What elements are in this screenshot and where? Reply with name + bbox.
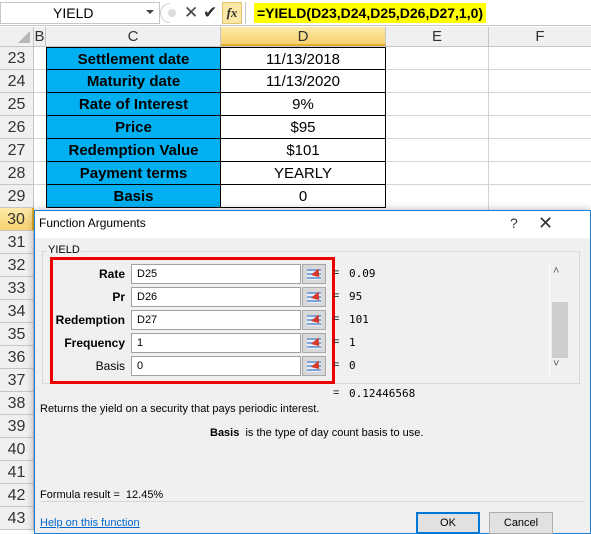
dialog-titlebar[interactable]: Function Arguments ? ✕ — [35, 211, 590, 238]
formula-bar: YIELD ✕ ✔ fx =YIELD(D23,D24,D25,D26,D27,… — [0, 0, 591, 26]
row-header[interactable]: 28 — [0, 162, 34, 185]
value-cell[interactable]: 9% — [221, 93, 386, 116]
enter-icon[interactable]: ✔ — [203, 2, 217, 24]
basis-input[interactable]: 0 — [131, 356, 301, 376]
argument-description-text: is the type of day count basis to use. — [245, 427, 424, 439]
row-header[interactable]: 23 — [0, 47, 34, 70]
scroll-up-icon[interactable]: ˄ — [553, 265, 559, 277]
help-on-function-link[interactable]: Help on this function — [40, 517, 140, 529]
column-header-f[interactable]: F — [489, 27, 591, 46]
formula-result: Formula result = 12.45% — [40, 489, 163, 501]
insert-function-button[interactable]: fx — [222, 2, 242, 24]
equals-sign: = — [333, 336, 340, 348]
formula-text[interactable]: =YIELD(D23,D24,D25,D26,D27,1,0) — [254, 3, 487, 23]
row-header[interactable]: 38 — [0, 392, 34, 415]
label-cell[interactable]: Maturity date — [46, 70, 221, 93]
row-header[interactable]: 32 — [0, 254, 34, 277]
row-header[interactable]: 29 — [0, 185, 34, 208]
arg-label-basis: Basis — [95, 359, 125, 373]
select-all-icon — [18, 31, 30, 43]
row-header[interactable]: 35 — [0, 323, 34, 346]
arg-label-pr: Pr — [112, 290, 125, 304]
gridline — [488, 47, 489, 212]
arg-label-rate: Rate — [98, 267, 125, 281]
formula-result-value: 12.45% — [125, 489, 164, 501]
equals-sign: = — [333, 313, 340, 325]
row-header[interactable]: 43 — [0, 507, 34, 530]
column-header-b[interactable]: B — [34, 27, 46, 46]
value-cell[interactable]: YEARLY — [221, 162, 386, 185]
redemption-input[interactable]: D27 — [131, 310, 301, 330]
value-cell[interactable]: 11/13/2020 — [221, 70, 386, 93]
value-cell[interactable]: 0 — [221, 185, 386, 208]
select-all-corner[interactable] — [0, 27, 34, 46]
divider — [40, 501, 585, 502]
arg-value-basis: 0 — [349, 359, 356, 372]
collapse-dialog-button[interactable] — [302, 310, 326, 330]
label-cell[interactable]: Rate of Interest — [46, 93, 221, 116]
resize-handle-icon[interactable] — [168, 9, 176, 17]
row-header[interactable]: 30 — [0, 208, 34, 231]
cancel-icon[interactable]: ✕ — [184, 2, 198, 24]
argument-description: Basis is the type of day count basis to … — [210, 427, 423, 439]
argument-description-name: Basis — [210, 427, 240, 439]
row-header[interactable]: 27 — [0, 139, 34, 162]
value-cell[interactable]: $95 — [221, 116, 386, 139]
scrollbar-thumb[interactable] — [552, 302, 568, 358]
formula-result-label: Formula result = — [40, 489, 120, 501]
dialog-title: Function Arguments — [39, 216, 146, 230]
row-header[interactable]: 24 — [0, 70, 34, 93]
value-cell[interactable]: 11/13/2018 — [221, 47, 386, 70]
collapse-dialog-button[interactable] — [302, 287, 326, 307]
overall-value: 0.12446568 — [349, 387, 416, 400]
row-header[interactable]: 41 — [0, 461, 34, 484]
arg-label-redemption: Redemption — [55, 313, 125, 327]
row-header[interactable]: 34 — [0, 300, 34, 323]
collapse-dialog-button[interactable] — [302, 333, 326, 353]
row-header[interactable]: 39 — [0, 415, 34, 438]
row-header[interactable]: 36 — [0, 346, 34, 369]
ok-button[interactable]: OK — [416, 512, 480, 534]
row-header[interactable]: 37 — [0, 369, 34, 392]
row-header[interactable]: 42 — [0, 484, 34, 507]
function-arguments-dialog: Function Arguments ? ✕ YIELD Rate D25 = … — [34, 210, 591, 534]
help-icon[interactable]: ? — [510, 215, 518, 231]
collapse-dialog-button[interactable] — [302, 264, 326, 284]
arg-value-pr: 95 — [349, 290, 363, 303]
row-header[interactable]: 31 — [0, 231, 34, 254]
pr-input[interactable]: D26 — [131, 287, 301, 307]
column-header-e[interactable]: E — [386, 27, 489, 46]
collapse-dialog-button[interactable] — [302, 356, 326, 376]
name-box-dropdown-icon[interactable] — [146, 10, 154, 14]
equals-sign: = — [333, 290, 340, 302]
close-icon[interactable]: ✕ — [538, 213, 553, 234]
arg-value-redemption: 101 — [349, 313, 369, 326]
row-header[interactable]: 40 — [0, 438, 34, 461]
cancel-button[interactable]: Cancel — [489, 512, 553, 534]
column-header-row: B C D E F — [0, 27, 591, 47]
equals-sign: = — [333, 359, 340, 371]
label-cell[interactable]: Redemption Value — [46, 139, 221, 162]
label-cell[interactable]: Payment terms — [46, 162, 221, 185]
equals-sign: = — [333, 267, 340, 279]
arg-value-frequency: 1 — [349, 336, 356, 349]
label-cell[interactable]: Price — [46, 116, 221, 139]
value-cell[interactable]: $101 — [221, 139, 386, 162]
function-description: Returns the yield on a security that pay… — [40, 403, 320, 415]
equals-sign: = — [333, 387, 340, 399]
label-cell[interactable]: Basis — [46, 185, 221, 208]
column-header-d[interactable]: D — [221, 27, 386, 46]
rate-input[interactable]: D25 — [131, 264, 301, 284]
row-header[interactable]: 26 — [0, 116, 34, 139]
function-name-label: YIELD — [47, 244, 81, 256]
row-header[interactable]: 25 — [0, 93, 34, 116]
scroll-down-icon[interactable]: ˅ — [553, 358, 559, 370]
frequency-input[interactable]: 1 — [131, 333, 301, 353]
column-header-c[interactable]: C — [46, 27, 221, 46]
label-cell[interactable]: Settlement date — [46, 47, 221, 70]
arg-label-frequency: Frequency — [64, 336, 125, 350]
arg-value-rate: 0.09 — [349, 267, 376, 280]
row-header[interactable]: 33 — [0, 277, 34, 300]
name-box[interactable]: YIELD — [0, 2, 160, 24]
